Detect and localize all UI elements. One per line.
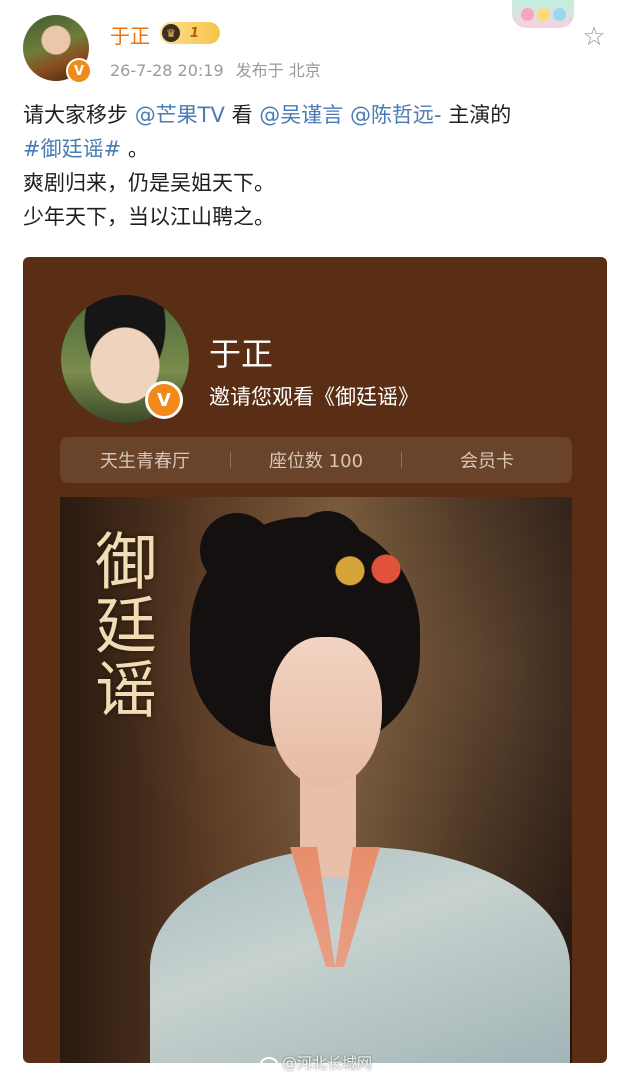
post-location: 发布于 北京 [235, 61, 321, 80]
verified-badge-icon: V [66, 58, 92, 84]
post-meta: 26-7-28 20:19 发布于 北京 [110, 57, 321, 81]
vip-level-badge[interactable]: ♛ 1 [160, 22, 220, 44]
vip-level-number: 1 [190, 25, 200, 41]
author-name[interactable]: 于正 [110, 20, 150, 49]
crown-icon: ♛ [162, 24, 180, 42]
card-info-bar: 天生青春厅 座位数 100 会员卡 [60, 437, 572, 483]
post-text-segment: 主演的 [441, 103, 512, 127]
post-line-1: 请大家移步 @芒果TV 看 @吴谨言 @陈哲远- 主演的 [23, 98, 613, 132]
author-avatar[interactable]: V [23, 15, 92, 84]
hashtag-link[interactable]: #御廷谣# [23, 137, 121, 161]
post-line-3: 爽剧归来，仍是吴姐天下。 [23, 171, 275, 195]
card-invite-text: 邀请您观看《御廷谣》 [209, 385, 419, 409]
figure-face [270, 637, 382, 787]
post-text-segment: 。 [121, 137, 149, 161]
post-text-segment: 请大家移步 [23, 103, 135, 127]
card-avatar: V [61, 295, 189, 423]
post-line-4: 少年天下，当以江山聘之。 [23, 205, 275, 229]
watermark-text: @河北长城网 [282, 1054, 373, 1072]
hair-ornament [330, 551, 410, 587]
weibo-logo-icon [260, 1057, 278, 1071]
post-content: 请大家移步 @芒果TV 看 @吴谨言 @陈哲远- 主演的 #御廷谣# 。 爽剧归… [23, 98, 613, 234]
invitation-card[interactable]: V 于正 邀请您观看《御廷谣》 天生青春厅 座位数 100 会员卡 御廷谣 [23, 257, 607, 1063]
post-timestamp: 26-7-28 20:19 [110, 61, 224, 80]
post-text-segment: 看 [224, 103, 260, 127]
mention-chenzheyuan[interactable]: @陈哲远- [350, 103, 442, 127]
verified-badge-icon: V [145, 381, 183, 419]
post-text-segment [343, 103, 350, 127]
figure-hair-bun [200, 513, 274, 587]
card-name: 于正 [209, 335, 274, 373]
membership-card: 会员卡 [460, 451, 514, 472]
mention-wujinyan[interactable]: @吴谨言 [259, 103, 343, 127]
hall-name: 天生青春厅 [100, 451, 190, 472]
mention-mangotv[interactable]: @芒果TV [135, 103, 225, 127]
post-line-2: #御廷谣# 。 [23, 132, 613, 166]
source-watermark: @河北长城网 [260, 1052, 372, 1073]
poster-figure [150, 511, 570, 1063]
drama-poster[interactable]: 御廷谣 [60, 497, 572, 1063]
favorite-star-icon[interactable]: ☆ [581, 24, 607, 50]
poster-title: 御廷谣 [84, 529, 157, 721]
decorative-sticker-icon [512, 0, 574, 28]
seat-count: 座位数 100 [268, 451, 364, 472]
